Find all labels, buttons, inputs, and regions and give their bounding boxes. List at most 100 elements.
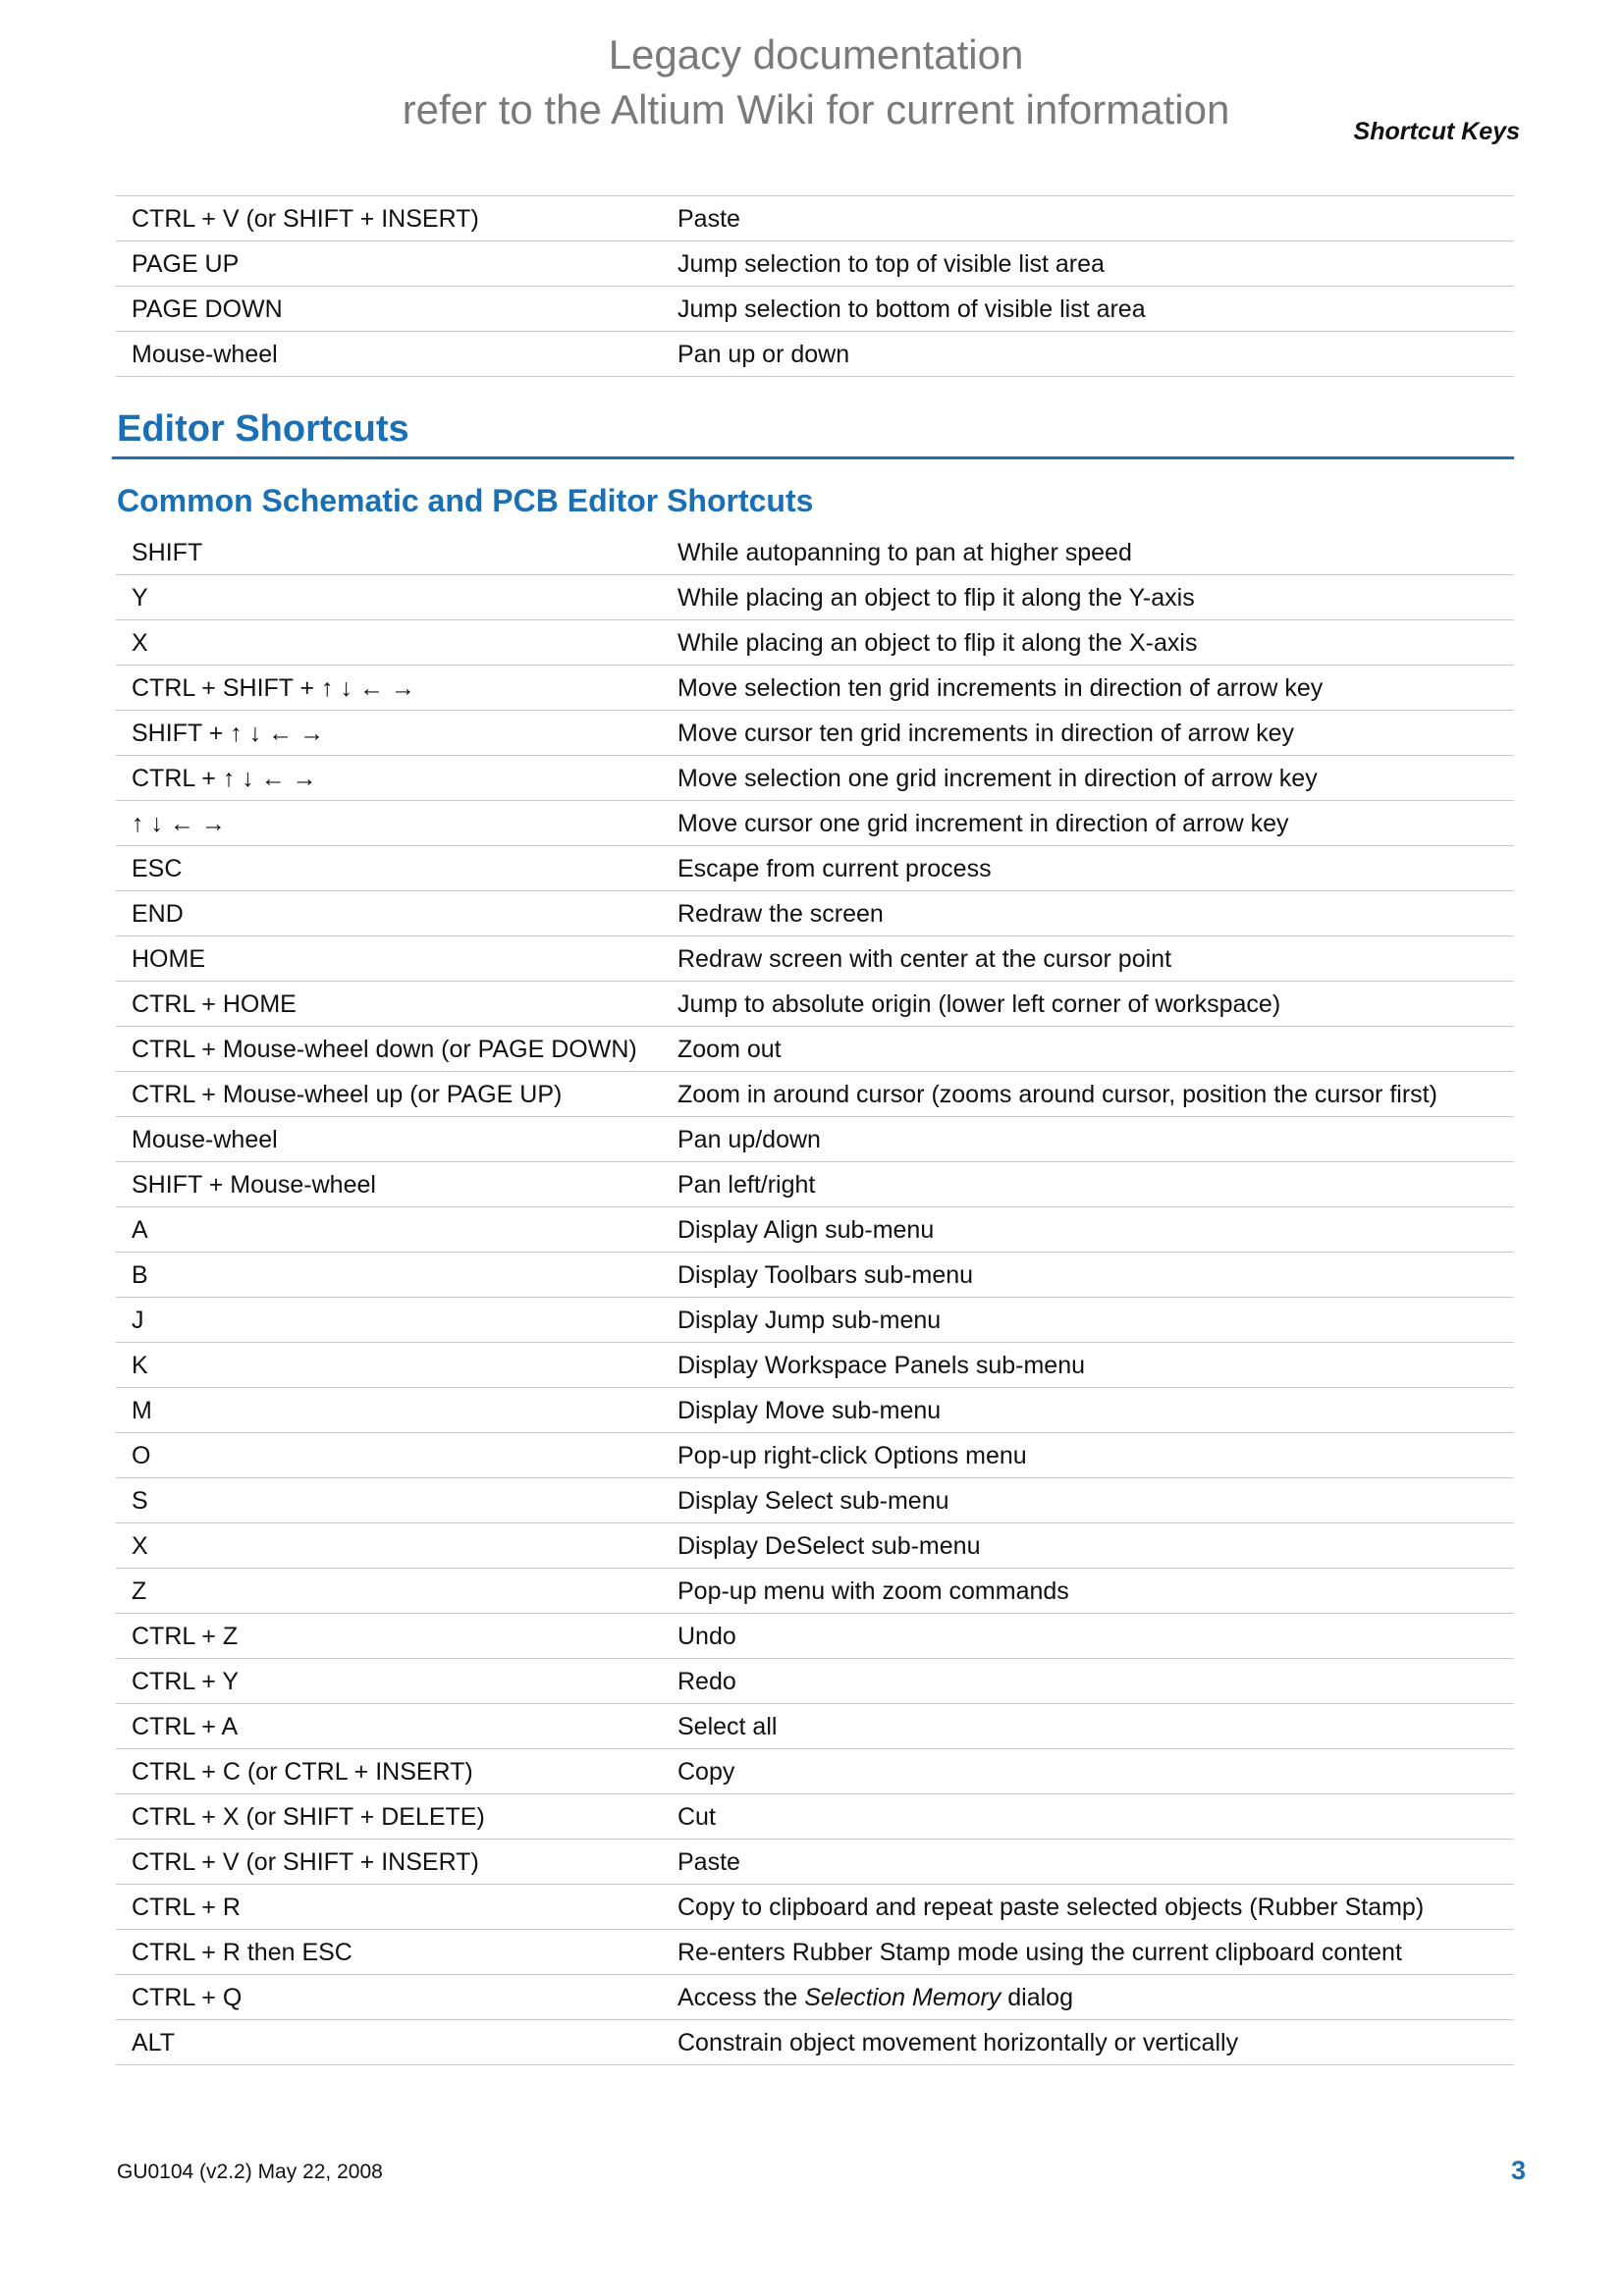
shortcut-key: HOME bbox=[116, 935, 660, 982]
description-text: dialog bbox=[1001, 1983, 1073, 2011]
shortcut-key: SHIFT + Mouse-wheel bbox=[116, 1161, 660, 1207]
shortcut-description: Redraw screen with center at the cursor … bbox=[660, 935, 1514, 982]
common-shortcuts-heading: Common Schematic and PCB Editor Shortcut… bbox=[117, 483, 814, 518]
shortcut-key: CTRL + Y bbox=[116, 1658, 660, 1704]
shortcut-description: Display Align sub-menu bbox=[660, 1206, 1514, 1253]
table-row: END Redraw the screen bbox=[116, 890, 1514, 936]
shortcut-key: J bbox=[116, 1297, 660, 1343]
table-row: M Display Move sub-menu bbox=[116, 1387, 1514, 1433]
shortcut-description: While autopanning to pan at higher speed bbox=[660, 530, 1514, 575]
table-row: CTRL + V (or SHIFT + INSERT) Paste bbox=[116, 1839, 1514, 1885]
shortcut-description: Re-enters Rubber Stamp mode using the cu… bbox=[660, 1929, 1514, 1975]
editor-shortcuts-heading: Editor Shortcuts bbox=[117, 408, 409, 450]
running-header-title: Shortcut Keys bbox=[1353, 118, 1520, 145]
shortcut-key: O bbox=[116, 1432, 660, 1478]
table-row: ↑ ↓ ← → Move cursor one grid increment in… bbox=[116, 800, 1514, 846]
shortcut-description: Pan left/right bbox=[660, 1161, 1514, 1207]
table-row: X Display DeSelect sub-menu bbox=[116, 1522, 1514, 1569]
heading-rule bbox=[112, 456, 1514, 459]
table-row: B Display Toolbars sub-menu bbox=[116, 1252, 1514, 1298]
shortcut-description: While placing an object to flip it along… bbox=[660, 574, 1514, 620]
shortcut-key: CTRL + Q bbox=[116, 1974, 660, 2020]
shortcut-key: M bbox=[116, 1387, 660, 1433]
table-row: HOME Redraw screen with center at the cur… bbox=[116, 935, 1514, 982]
table-row: CTRL + Y Redo bbox=[116, 1658, 1514, 1704]
shortcut-key: CTRL + HOME bbox=[116, 981, 660, 1027]
table-row: X While placing an object to flip it alon… bbox=[116, 619, 1514, 666]
shortcut-key: CTRL + Mouse-wheel up (or PAGE UP) bbox=[116, 1071, 660, 1117]
table-row: O Pop-up right-click Options menu bbox=[116, 1432, 1514, 1478]
table-row: CTRL + Mouse-wheel down (or PAGE DOWN) Zo… bbox=[116, 1026, 1514, 1072]
shortcut-description: Pan up or down bbox=[660, 331, 1514, 377]
shortcut-description: Cut bbox=[660, 1793, 1514, 1840]
page-number: 3 bbox=[1510, 2156, 1526, 2185]
list-shortcuts-table: CTRL + V (or SHIFT + INSERT) Paste PAGE UP… bbox=[116, 195, 1514, 377]
table-row: ALT Constrain object movement horizontall… bbox=[116, 2019, 1514, 2065]
shortcut-key: Z bbox=[116, 1568, 660, 1614]
shortcut-description: Constrain object movement horizontally o… bbox=[660, 2019, 1514, 2065]
shortcut-description: Undo bbox=[660, 1613, 1514, 1659]
shortcut-key: ESC bbox=[116, 845, 660, 891]
table-row: CTRL + ↑ ↓ ← → Move selection one grid in… bbox=[116, 755, 1514, 801]
shortcut-key: ↑ ↓ ← → bbox=[116, 800, 660, 846]
shortcut-description: Pop-up right-click Options menu bbox=[660, 1432, 1514, 1478]
shortcut-key: SHIFT bbox=[116, 530, 660, 575]
table-row: PAGE DOWN Jump selection to bottom of vis… bbox=[116, 286, 1514, 332]
table-row: K Display Workspace Panels sub-menu bbox=[116, 1342, 1514, 1388]
shortcut-description: Redo bbox=[660, 1658, 1514, 1704]
shortcut-description: Move cursor one grid increment in direct… bbox=[660, 800, 1514, 846]
shortcut-description: Jump to absolute origin (lower left corn… bbox=[660, 981, 1514, 1027]
shortcut-description: Move selection one grid increment in dir… bbox=[660, 755, 1514, 801]
shortcut-key: CTRL + V (or SHIFT + INSERT) bbox=[116, 1839, 660, 1885]
shortcut-description: Pop-up menu with zoom commands bbox=[660, 1568, 1514, 1614]
shortcut-description: Display Move sub-menu bbox=[660, 1387, 1514, 1433]
shortcut-description: Jump selection to top of visible list ar… bbox=[660, 240, 1514, 287]
shortcut-key: ALT bbox=[116, 2019, 660, 2065]
shortcut-key: CTRL + R then ESC bbox=[116, 1929, 660, 1975]
shortcut-description: Access the Selection Memory dialog bbox=[660, 1974, 1514, 2020]
table-row: Z Pop-up menu with zoom commands bbox=[116, 1568, 1514, 1614]
table-row: CTRL + Mouse-wheel up (or PAGE UP) Zoom i… bbox=[116, 1071, 1514, 1117]
shortcut-key: CTRL + Z bbox=[116, 1613, 660, 1659]
editor-shortcuts-table: SHIFT While autopanning to pan at higher … bbox=[116, 530, 1514, 2065]
shortcut-key: CTRL + ↑ ↓ ← → bbox=[116, 755, 660, 801]
shortcut-description: Zoom out bbox=[660, 1026, 1514, 1072]
table-row: CTRL + Q Access the Selection Memory dial… bbox=[116, 1974, 1514, 2020]
shortcut-key: Mouse-wheel bbox=[116, 1116, 660, 1162]
shortcut-key: Y bbox=[116, 574, 660, 620]
shortcut-description: Display DeSelect sub-menu bbox=[660, 1522, 1514, 1569]
shortcut-key: END bbox=[116, 890, 660, 936]
shortcut-key: SHIFT + ↑ ↓ ← → bbox=[116, 710, 660, 756]
shortcut-key: X bbox=[116, 619, 660, 666]
shortcut-description: Display Toolbars sub-menu bbox=[660, 1252, 1514, 1298]
shortcut-key: K bbox=[116, 1342, 660, 1388]
table-row: CTRL + A Select all bbox=[116, 1703, 1514, 1749]
table-row: Mouse-wheel Pan up/down bbox=[116, 1116, 1514, 1162]
shortcut-description: Move cursor ten grid increments in direc… bbox=[660, 710, 1514, 756]
table-row: S Display Select sub-menu bbox=[116, 1477, 1514, 1523]
table-row: CTRL + R Copy to clipboard and repeat pas… bbox=[116, 1884, 1514, 1930]
footer-doc-reference: GU0104 (v2.2) May 22, 2008 bbox=[117, 2161, 383, 2183]
table-row: CTRL + X (or SHIFT + DELETE) Cut bbox=[116, 1793, 1514, 1840]
table-row: CTRL + R then ESC Re-enters Rubber Stamp … bbox=[116, 1929, 1514, 1975]
shortcut-key: A bbox=[116, 1206, 660, 1253]
shortcut-key: CTRL + A bbox=[116, 1703, 660, 1749]
table-row: PAGE UP Jump selection to top of visible … bbox=[116, 240, 1514, 287]
table-row: SHIFT + Mouse-wheel Pan left/right bbox=[116, 1161, 1514, 1207]
table-row: CTRL + Z Undo bbox=[116, 1613, 1514, 1659]
shortcut-description: Display Workspace Panels sub-menu bbox=[660, 1342, 1514, 1388]
description-text: Access the bbox=[677, 1983, 805, 2011]
table-row: CTRL + SHIFT + ↑ ↓ ← → Move selection ten… bbox=[116, 665, 1514, 711]
dialog-name: Selection Memory bbox=[804, 1983, 1001, 2011]
shortcut-key: CTRL + SHIFT + ↑ ↓ ← → bbox=[116, 665, 660, 711]
table-row: A Display Align sub-menu bbox=[116, 1206, 1514, 1253]
table-row: CTRL + HOME Jump to absolute origin (lowe… bbox=[116, 981, 1514, 1027]
shortcut-description: Display Select sub-menu bbox=[660, 1477, 1514, 1523]
table-row: Y While placing an object to flip it alon… bbox=[116, 574, 1514, 620]
table-row: SHIFT While autopanning to pan at higher … bbox=[116, 530, 1514, 575]
table-row: J Display Jump sub-menu bbox=[116, 1297, 1514, 1343]
legacy-notice-line1: Legacy documentation bbox=[608, 31, 1024, 78]
shortcut-key: CTRL + V (or SHIFT + INSERT) bbox=[116, 195, 660, 241]
shortcut-description: Jump selection to bottom of visible list… bbox=[660, 286, 1514, 332]
table-row: ESC Escape from current process bbox=[116, 845, 1514, 891]
